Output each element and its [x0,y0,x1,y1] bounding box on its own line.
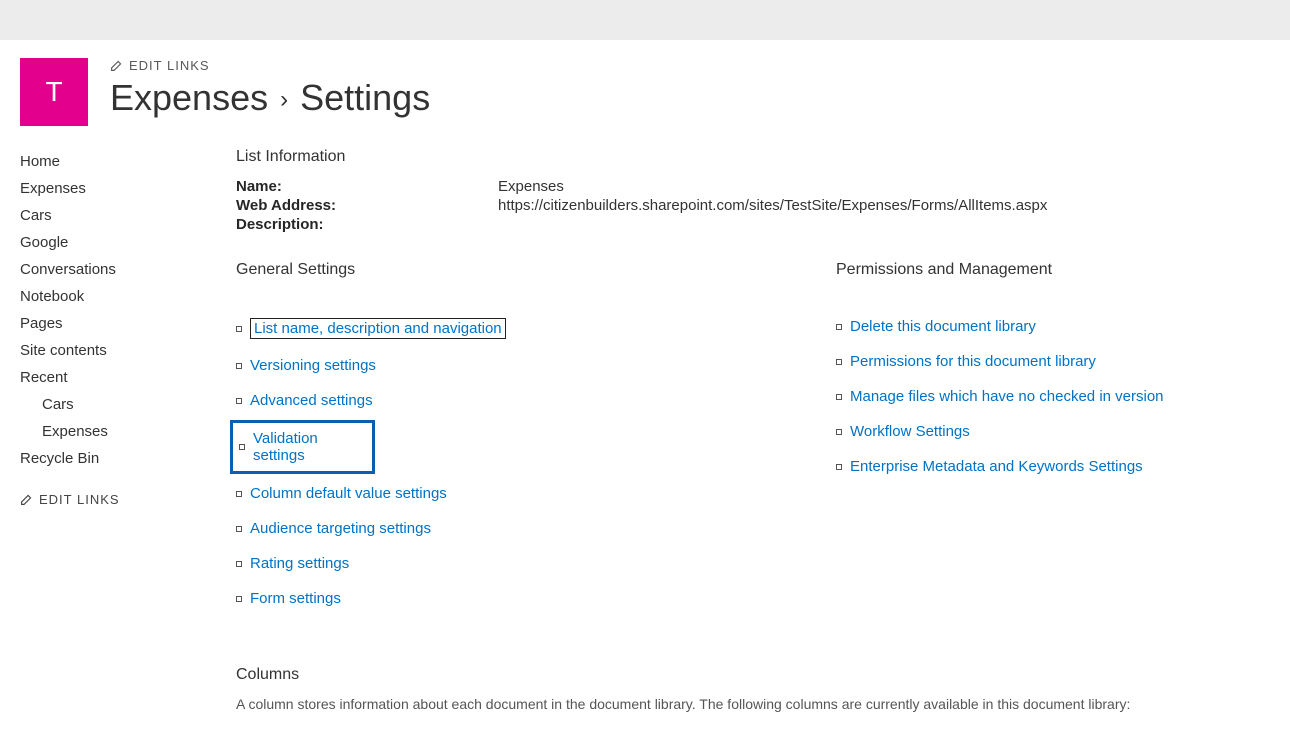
setting-row-workflow: Workflow Settings [836,414,1270,449]
square-bullet-icon [836,359,842,365]
main-content: List Information Name: Expenses Web Addr… [220,148,1270,712]
info-value-webaddress: https://citizenbuilders.sharepoint.com/s… [498,197,1047,214]
square-bullet-icon [236,596,242,602]
setting-row-versioning: Versioning settings [236,348,816,383]
site-logo[interactable]: T [20,58,88,126]
setting-link-form[interactable]: Form settings [250,590,341,607]
setting-row-list-name: List name, description and navigation [236,309,816,348]
site-logo-letter: T [45,76,62,108]
breadcrumb: Expenses › Settings [110,77,430,119]
square-bullet-icon [836,429,842,435]
info-label-description: Description: [236,216,498,233]
setting-link-audience[interactable]: Audience targeting settings [250,520,431,537]
suite-top-bar [0,0,1290,40]
edit-links-bottom[interactable]: EDIT LINKS [20,492,200,507]
columns-section: Columns A column stores information abou… [236,666,1270,712]
general-settings-heading: General Settings [236,261,816,279]
list-information-heading: List Information [236,148,1270,166]
permissions-list: Delete this document library Permissions… [836,309,1270,484]
nav-item-recent[interactable]: Recent [20,364,200,391]
setting-link-permissions[interactable]: Permissions for this document library [850,353,1096,370]
pencil-icon [110,59,123,72]
pencil-icon [20,493,33,506]
square-bullet-icon [239,444,245,450]
edit-links-bottom-label: EDIT LINKS [39,492,120,507]
square-bullet-icon [236,363,242,369]
setting-row-advanced: Advanced settings [236,383,816,418]
setting-link-workflow[interactable]: Workflow Settings [850,423,970,440]
columns-description: A column stores information about each d… [236,696,1270,712]
setting-row-enterprise-metadata: Enterprise Metadata and Keywords Setting… [836,449,1270,484]
setting-row-manage-files: Manage files which have no checked in ve… [836,379,1270,414]
nav-item-pages[interactable]: Pages [20,310,200,337]
square-bullet-icon [836,394,842,400]
square-bullet-icon [836,324,842,330]
quick-launch-nav: Home Expenses Cars Google Conversations … [20,148,220,712]
columns-heading: Columns [236,666,1270,684]
breadcrumb-list-link[interactable]: Expenses [110,77,268,119]
nav-item-recent-cars[interactable]: Cars [20,391,200,418]
square-bullet-icon [836,464,842,470]
nav-item-conversations[interactable]: Conversations [20,256,200,283]
edit-links-label: EDIT LINKS [129,58,210,73]
general-settings-column: General Settings List name, description … [236,261,816,616]
square-bullet-icon [236,326,242,332]
nav-item-recent-expenses[interactable]: Expenses [20,418,200,445]
info-row-webaddress: Web Address: https://citizenbuilders.sha… [236,197,1270,214]
nav-item-cars[interactable]: Cars [20,202,200,229]
square-bullet-icon [236,398,242,404]
general-settings-list: List name, description and navigation Ve… [236,309,816,616]
page-body: Home Expenses Cars Google Conversations … [0,138,1290,752]
settings-two-columns: General Settings List name, description … [236,261,1270,616]
setting-link-versioning[interactable]: Versioning settings [250,357,376,374]
nav-item-site-contents[interactable]: Site contents [20,337,200,364]
setting-row-rating: Rating settings [236,546,816,581]
nav-item-google[interactable]: Google [20,229,200,256]
nav-item-notebook[interactable]: Notebook [20,283,200,310]
permissions-heading: Permissions and Management [836,261,1270,279]
info-label-webaddress: Web Address: [236,197,498,214]
setting-link-manage-files[interactable]: Manage files which have no checked in ve… [850,388,1164,405]
chevron-right-icon: › [280,86,288,114]
breadcrumb-page-title: Settings [300,77,430,119]
permissions-column: Permissions and Management Delete this d… [836,261,1270,616]
setting-link-validation[interactable]: Validation settings [253,430,362,464]
setting-row-validation-highlighted: Validation settings [230,420,375,474]
square-bullet-icon [236,561,242,567]
setting-row-column-default: Column default value settings [236,476,816,511]
nav-item-home[interactable]: Home [20,148,200,175]
header-text-block: EDIT LINKS Expenses › Settings [110,58,430,119]
setting-link-enterprise-metadata[interactable]: Enterprise Metadata and Keywords Setting… [850,458,1143,475]
setting-row-audience: Audience targeting settings [236,511,816,546]
nav-item-expenses[interactable]: Expenses [20,175,200,202]
square-bullet-icon [236,526,242,532]
info-label-name: Name: [236,178,498,195]
info-row-name: Name: Expenses [236,178,1270,195]
setting-link-rating[interactable]: Rating settings [250,555,349,572]
setting-link-column-default[interactable]: Column default value settings [250,485,447,502]
info-value-name: Expenses [498,178,564,195]
square-bullet-icon [236,491,242,497]
setting-row-form: Form settings [236,581,816,616]
page-header: T EDIT LINKS Expenses › Settings [0,40,1290,138]
setting-row-permissions: Permissions for this document library [836,344,1270,379]
edit-links-top[interactable]: EDIT LINKS [110,58,430,73]
info-row-description: Description: [236,216,1270,233]
setting-link-delete-library[interactable]: Delete this document library [850,318,1036,335]
setting-row-delete-library: Delete this document library [836,309,1270,344]
setting-link-list-name[interactable]: List name, description and navigation [250,318,506,339]
nav-item-recycle-bin[interactable]: Recycle Bin [20,445,200,472]
setting-link-advanced[interactable]: Advanced settings [250,392,373,409]
